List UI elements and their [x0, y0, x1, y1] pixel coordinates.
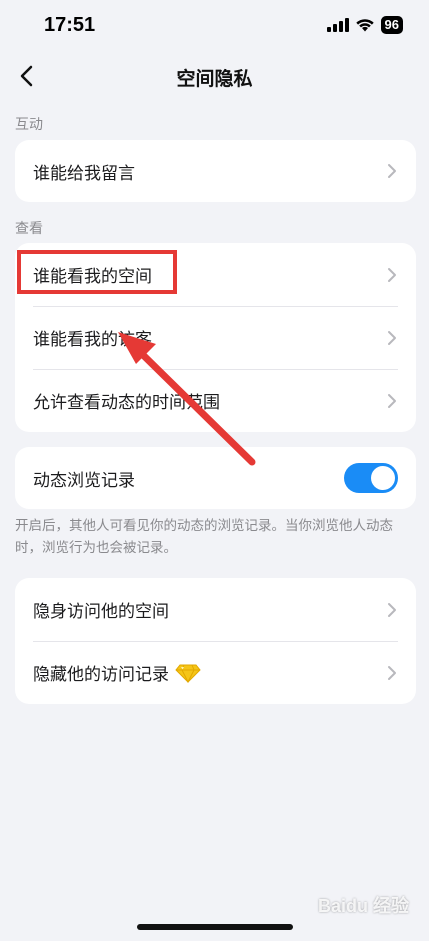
chevron-right-icon	[388, 330, 396, 345]
nav-bar: 空间隐私	[0, 52, 429, 100]
status-time: 17:51	[44, 14, 96, 36]
status-bar: 17:51 96	[0, 0, 429, 52]
chevron-right-icon	[388, 665, 396, 680]
toggle-knob	[371, 466, 395, 490]
row-label: 谁能给我留言	[33, 163, 135, 184]
row-label: 隐藏他的访问记录	[33, 665, 169, 685]
row-label: 谁能看我的访客	[33, 330, 152, 350]
card-stealth: 隐身访问他的空间 隐藏他的访问记录	[15, 578, 416, 704]
battery-indicator: 96	[380, 16, 403, 34]
status-icons: 96	[326, 16, 403, 34]
row-label: 隐身访问他的空间	[33, 602, 169, 622]
row-who-can-view-visitors[interactable]: 谁能看我的访客	[15, 306, 416, 369]
browse-record-hint: 开启后，其他人可看见你的动态的浏览记录。当你浏览他人动态时，浏览行为也会被记录。	[15, 518, 393, 556]
chevron-right-icon	[388, 267, 396, 282]
row-who-can-comment[interactable]: 谁能给我留言	[15, 140, 416, 202]
watermark: Baidu 经验	[317, 896, 409, 916]
wifi-icon	[355, 19, 374, 32]
chevron-right-icon	[388, 602, 396, 617]
card-interact: 谁能给我留言	[15, 140, 416, 202]
row-feed-time-range[interactable]: 允许查看动态的时间范围	[15, 369, 416, 432]
row-label: 动态浏览记录	[33, 470, 135, 491]
section-label-interact: 互动	[15, 117, 43, 133]
row-label: 允许查看动态的时间范围	[33, 393, 220, 413]
diamond-vip-icon	[175, 664, 201, 683]
annotation-highlight-box	[17, 250, 177, 294]
chevron-right-icon	[388, 393, 396, 408]
card-browse-record: 动态浏览记录	[15, 447, 416, 509]
section-label-view: 查看	[15, 221, 43, 237]
chevron-right-icon	[388, 164, 396, 178]
row-stealth-visit[interactable]: 隐身访问他的空间	[15, 578, 416, 641]
row-browse-record: 动态浏览记录	[15, 447, 416, 509]
row-hide-visit-record[interactable]: 隐藏他的访问记录	[15, 641, 416, 704]
browse-record-toggle[interactable]	[344, 463, 398, 493]
cellular-signal-icon	[326, 18, 349, 32]
page-title: 空间隐私	[176, 68, 253, 90]
home-indicator	[137, 924, 293, 930]
